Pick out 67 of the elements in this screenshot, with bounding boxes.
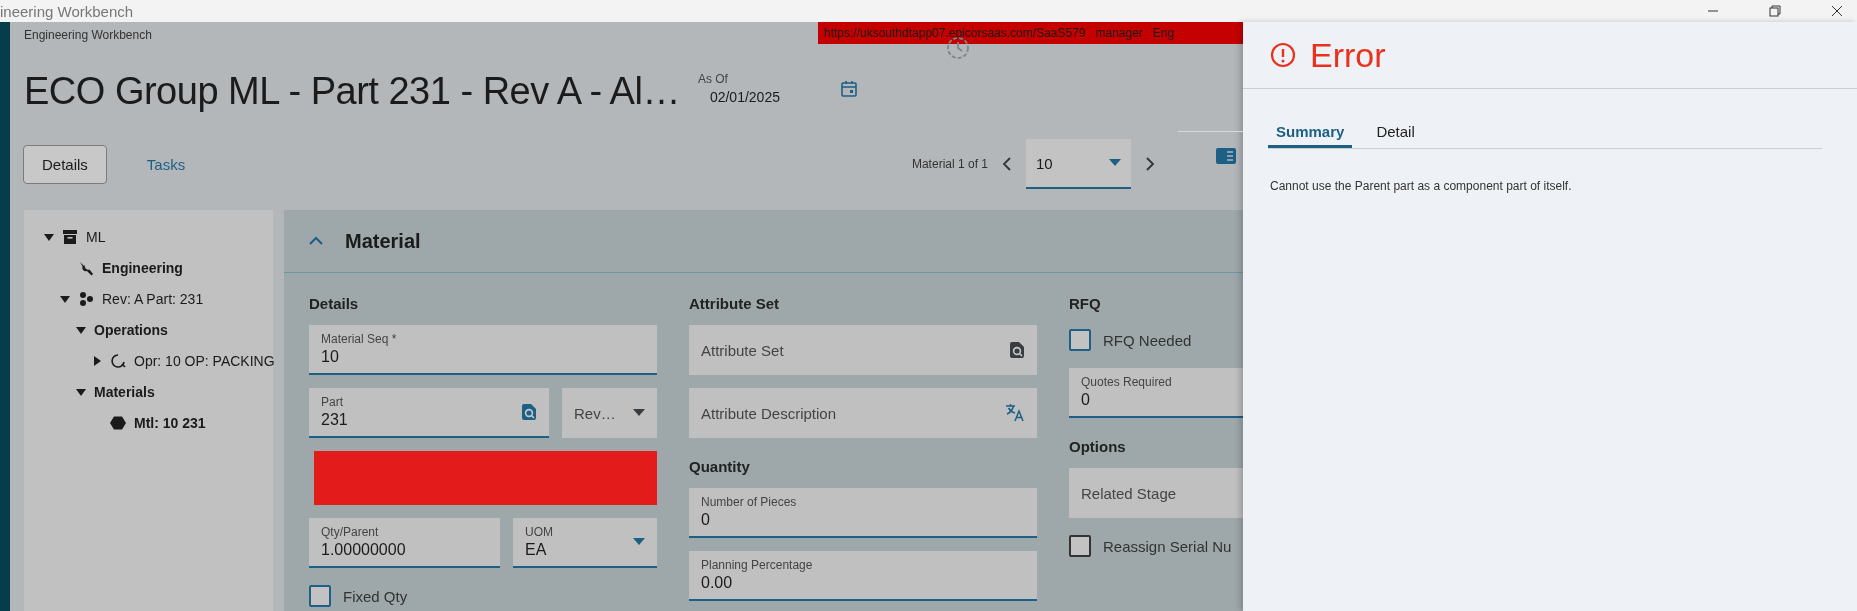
- dropdown-caret-icon[interactable]: [633, 538, 645, 546]
- dropdown-field[interactable]: UOM EA: [513, 518, 657, 568]
- calendar-icon[interactable]: [839, 80, 858, 98]
- checkbox-label: Fixed Qty: [343, 587, 408, 605]
- window-title: ineering Workbench: [0, 2, 134, 20]
- error-title: Error: [1310, 35, 1386, 75]
- next-chevron-icon[interactable]: [1145, 157, 1155, 171]
- input-field[interactable]: Quotes Required 0: [1069, 368, 1243, 418]
- spinner-icon: [110, 352, 126, 369]
- translate-icon[interactable]: [1005, 403, 1025, 423]
- error-message: Cannot use the Parent part as a component part of itself.: [1270, 179, 1573, 193]
- search-icon[interactable]: [521, 403, 537, 421]
- expanded-caret-icon[interactable]: [60, 293, 70, 304]
- search-icon[interactable]: [1009, 341, 1025, 359]
- tab[interactable]: Summary: [1268, 117, 1353, 148]
- collapse-chevron-icon[interactable]: [309, 236, 323, 246]
- tab[interactable]: Tasks: [128, 145, 204, 183]
- record-dropdown[interactable]: 10: [1026, 139, 1131, 189]
- group-heading: Attribute Set: [689, 295, 780, 312]
- checkbox[interactable]: [1069, 535, 1091, 557]
- environment-bar: https://uksouthdtapp07.epicorsaas.com/SaaS579 manager Eng: [818, 22, 1243, 44]
- input-field[interactable]: Material Seq * 10: [309, 325, 657, 375]
- group-heading: RFQ: [1069, 295, 1102, 312]
- dropdown-caret-icon[interactable]: [633, 409, 645, 417]
- dots-cluster-icon: [78, 290, 94, 307]
- expanded-caret-icon[interactable]: [76, 324, 86, 335]
- as-of-label: As Of: [697, 71, 729, 86]
- side-panel-icon[interactable]: [1215, 147, 1237, 165]
- checkbox[interactable]: [1069, 329, 1091, 351]
- previous-chevron-icon[interactable]: [1002, 157, 1012, 171]
- tree-item[interactable]: Mtl: 10 231: [134, 414, 206, 431]
- tab[interactable]: Details: [23, 144, 107, 184]
- tree-item[interactable]: Operations: [94, 321, 168, 338]
- page-title: ECO Group ML - Part 231 - Rev A - Al…: [24, 69, 680, 113]
- input-field[interactable]: Attribute Set: [689, 325, 1037, 375]
- as-of-date: 02/01/2025: [709, 88, 780, 105]
- tree-item[interactable]: Rev: A Part: 231: [102, 290, 204, 307]
- tab[interactable]: Detail: [1368, 117, 1423, 148]
- hexagon-icon: [110, 414, 126, 431]
- dropdown-field[interactable]: Rev…: [562, 388, 657, 438]
- tree-item[interactable]: ML: [86, 228, 106, 245]
- tree-item[interactable]: Engineering: [102, 259, 183, 276]
- input-field[interactable]: Number of Pieces 0: [689, 488, 1037, 538]
- expanded-caret-icon[interactable]: [44, 231, 54, 242]
- section-title: Material: [345, 229, 421, 253]
- group-heading: Details: [309, 295, 360, 312]
- dropdown-caret-icon[interactable]: [1109, 159, 1121, 167]
- collapsed-caret-icon[interactable]: [92, 355, 102, 366]
- breadcrumb: Engineering Workbench: [24, 28, 152, 42]
- expanded-caret-icon[interactable]: [76, 386, 86, 397]
- checkbox[interactable]: [309, 585, 331, 607]
- error-icon: [1270, 42, 1296, 68]
- close-icon[interactable]: [1831, 5, 1843, 17]
- record-counter: Material 1 of 1: [911, 157, 988, 171]
- checkbox-label: Reassign Serial Nu: [1103, 537, 1232, 555]
- input-field[interactable]: Part 231: [309, 388, 549, 438]
- checkbox-label: RFQ Needed: [1103, 331, 1192, 349]
- input-field[interactable]: Attribute Description: [689, 388, 1037, 438]
- input-field[interactable]: Qty/Parent 1.00000000: [309, 518, 500, 568]
- input-field[interactable]: Related Stage: [1069, 468, 1243, 518]
- input-field[interactable]: Planning Percentage 0.00: [689, 551, 1037, 601]
- group-heading: Options: [1069, 438, 1127, 455]
- tree-item[interactable]: Materials: [94, 383, 155, 400]
- archive-box-icon: [62, 228, 78, 245]
- group-heading: Quantity: [689, 458, 751, 475]
- tree-item[interactable]: Opr: 10 OP: PACKING: [134, 352, 275, 369]
- restore-icon[interactable]: [1769, 5, 1781, 17]
